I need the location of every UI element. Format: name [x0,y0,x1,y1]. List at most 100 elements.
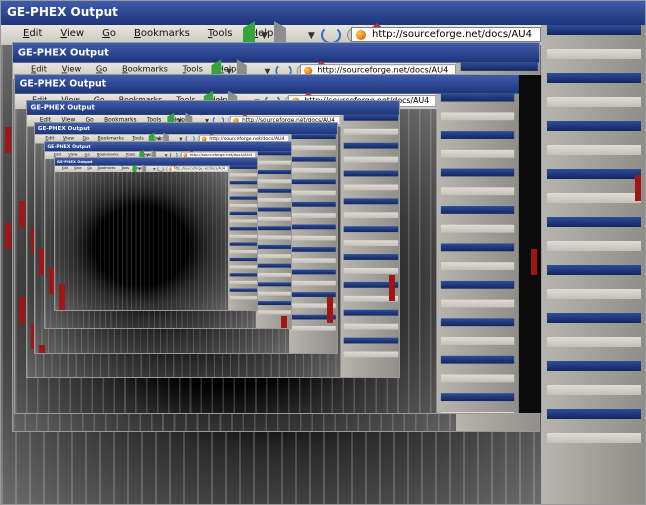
menu-view[interactable]: View [74,167,82,171]
menu-view[interactable]: View [60,28,84,42]
title-bar: GE-PHEX Output [45,142,291,152]
window-title: GE-PHEX Output [17,46,109,58]
address-url[interactable]: http://sourceforge.net/docs/AU4 [174,167,225,171]
nested-title-bar [547,169,641,179]
nested-toolbar [257,273,291,277]
nested-toolbar [547,145,641,155]
window-edge-marker [5,223,11,249]
recursive-tunnel [55,172,228,310]
window-title: GE-PHEX Output [7,5,118,19]
title-bar: GE-PHEX Output [27,101,399,116]
nested-toolbar [229,265,257,269]
menu-bookmarks[interactable]: Bookmarks [98,167,116,171]
right-recursive-strip [255,151,291,328]
menu-go[interactable]: Go [87,167,91,171]
right-recursive-strip [340,114,399,377]
nested-toolbar [343,351,399,358]
window-edge-marker [281,316,287,328]
nested-toolbar [440,299,515,308]
nested-title-bar [257,226,291,231]
nested-toolbar [440,262,515,270]
window-edge-marker [39,345,45,353]
nested-title-bar [440,318,515,327]
nested-toolbar [291,190,336,196]
nested-toolbar [547,289,641,299]
nested-toolbar [547,241,641,251]
nested-title-bar [291,247,336,252]
nested-title-bar [229,181,257,185]
nested-toolbar [229,234,257,238]
nested-title-bar [229,165,257,169]
nested-toolbar [229,188,257,192]
nested-title-bar [257,301,291,306]
menu-go[interactable]: Go [102,28,116,42]
nested-title-bar [229,257,257,262]
right-recursive-strip [227,165,257,310]
back-dropdown-icon[interactable]: ▼ [138,168,140,171]
window-edge-marker [327,297,333,323]
title-bar: GE-PHEX Output [1,1,645,26]
nested-title-bar [229,288,257,292]
nested-toolbar [440,112,515,121]
nested-toolbar [291,213,336,218]
window-title: GE-PHEX Output [19,78,107,90]
nested-toolbar [257,254,291,259]
nested-toolbar [343,240,399,246]
title-bar: GE-PHEX Output [35,123,337,135]
nested-title-bar [229,211,257,215]
nested-toolbar [547,337,641,347]
nested-toolbar [257,198,291,203]
nested-title-bar [547,73,641,83]
nested-title-bar [547,361,641,371]
nested-title-bar [547,313,641,323]
menu-bookmarks[interactable]: Bookmarks [134,28,190,42]
title-bar: GE-PHEX Output [15,75,519,95]
nested-toolbar [229,250,257,254]
nested-toolbar [440,224,515,233]
menu-edit[interactable]: Edit [62,167,68,171]
nested-toolbar [547,97,641,107]
nested-toolbar [257,291,291,296]
address-url[interactable]: http://sourceforge.net/docs/AU4 [372,29,532,40]
forward-dropdown-icon[interactable]: ▼ [308,31,315,41]
window-edge-marker [59,284,65,310]
right-recursive-strip [436,93,519,413]
window-edge-marker [531,249,537,275]
menu-edit[interactable]: Edit [23,28,42,42]
nested-title-bar [440,206,515,214]
nested-title-bar [257,170,291,174]
window-title: GE-PHEX Output [47,143,91,150]
address-bar[interactable]: http://sourceforge.net/docs/AU4 [167,166,228,172]
nested-title-bar [440,243,515,252]
address-bar[interactable]: http://sourceforge.net/docs/AU4 [351,27,541,42]
nested-title-bar [343,309,399,316]
back-dropdown-icon[interactable]: ▼ [261,31,268,41]
nested-title-bar [547,265,641,275]
nested-toolbar [229,280,257,285]
title-bar: GE-PHEX Output [13,43,539,64]
nested-toolbar [440,149,515,158]
nested-title-bar [547,121,641,131]
reload-icon[interactable] [157,166,164,172]
nested-toolbar [343,184,399,191]
nested-toolbar [343,156,399,163]
nested-toolbar [291,168,336,173]
nested-title-bar [291,269,336,275]
nested-title-bar [229,227,257,231]
nested-toolbar [547,193,641,203]
nested-toolbar [257,179,291,184]
window-edge-marker [19,297,25,323]
site-icon [168,167,172,171]
nested-title-bar [257,151,291,156]
nested-title-bar [257,244,291,249]
nested-title-bar [257,207,291,212]
nested-title-bar [440,280,515,289]
window-edge-marker [5,127,11,153]
nested-title-bar [547,409,641,419]
nested-title-bar [291,134,336,139]
nested-title-bar [440,93,515,102]
nested-toolbar [257,235,291,240]
nested-title-bar [440,131,515,139]
forward-dropdown-icon[interactable]: ▼ [153,168,155,171]
window-edge-marker [389,275,395,301]
